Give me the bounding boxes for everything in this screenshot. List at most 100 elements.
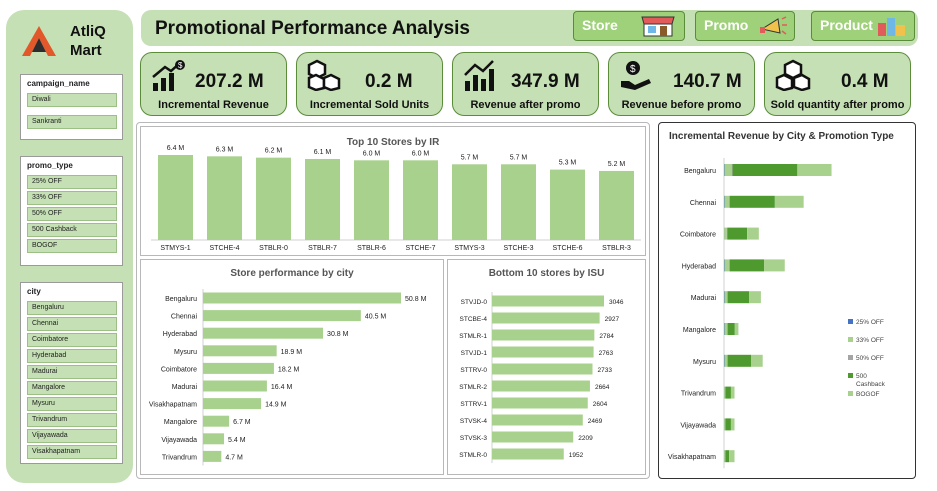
bar (203, 327, 324, 339)
slicer-item-city[interactable]: Coimbatore (27, 333, 117, 347)
slicer-title: campaign_name (27, 79, 90, 88)
slicer-item-city[interactable]: Vijayawada (27, 429, 117, 443)
products-icon (878, 18, 905, 36)
nav-store-label: Store (582, 17, 618, 33)
bar (207, 156, 242, 240)
data-label: 1952 (569, 452, 584, 459)
y-tick-label: STMLR-1 (459, 333, 487, 340)
legend-label: 500 (856, 373, 867, 380)
y-tick-label: Mysuru (174, 349, 197, 356)
bar-segment (725, 386, 731, 399)
slicer-title: city (27, 287, 41, 296)
nav-promo-button[interactable]: Promo (695, 11, 795, 41)
y-tick-label: Trivandrum (681, 391, 716, 398)
slicer-item-25-off[interactable]: 25% OFF (27, 175, 117, 189)
bar-segment (727, 291, 750, 304)
data-label: 30.8 M (327, 331, 349, 338)
slicer-item-city[interactable]: Mysuru (27, 397, 117, 411)
bar (203, 433, 225, 445)
bar-segment (725, 450, 730, 463)
bar (203, 398, 262, 410)
y-tick-label: Vijayawada (161, 437, 197, 444)
y-tick-label: Mangalore (164, 419, 197, 426)
bar-segment (725, 418, 731, 431)
data-label: 6.0 M (412, 150, 430, 157)
data-label: 2733 (597, 367, 612, 374)
bar (403, 160, 438, 240)
slicer-item-city[interactable]: Visakhapatnam (27, 445, 117, 459)
bar-segment (728, 195, 730, 208)
data-label: 50.8 M (405, 296, 427, 303)
city-promo-panel: Incremental Revenue by City & Promotion … (658, 122, 916, 479)
data-label: 5.2 M (608, 161, 626, 168)
boxes-icon (307, 59, 341, 91)
bar-segment (724, 386, 726, 399)
slicer-title: promo_type (27, 161, 73, 170)
y-tick-label: STCBE-4 (460, 316, 488, 323)
slicer-item-500-cashback[interactable]: 500 Cashback (27, 223, 117, 237)
bar-segment (724, 291, 728, 304)
growth-chart-icon: $ (152, 60, 185, 91)
slicer-item-33-off[interactable]: 33% OFF (27, 191, 117, 205)
slicer-item-bogof[interactable]: BOGOF (27, 239, 117, 253)
y-tick-label: STMLR-2 (459, 384, 487, 391)
data-label: 2209 (578, 435, 593, 442)
slicer-item-50-off[interactable]: 50% OFF (27, 207, 117, 221)
kpi-sold-quantity-after-promo: 0.4 M Sold quantity after promo (764, 52, 911, 116)
kpi-value: 0.2 M (365, 71, 413, 92)
bar-segment (797, 164, 832, 176)
slicer-campaign: campaign_name Diwali Sankranti (20, 74, 123, 140)
data-label: 14.9 M (265, 402, 287, 409)
y-tick-label: STVSK-3 (460, 435, 487, 442)
y-tick-label: Coimbatore (161, 366, 197, 373)
bar (492, 448, 564, 460)
y-tick-label: STVSK-4 (460, 418, 487, 425)
data-label: 6.2 M (265, 148, 283, 155)
money-hand-icon: $ (621, 61, 651, 90)
bar (203, 362, 274, 374)
y-tick-label: Hyderabad (682, 263, 716, 270)
top10-stores-chart: 6.4 M STMYS-1 6.3 M STCHE-4 6.2 M STBLR-0 6.1 … (151, 145, 641, 252)
legend-swatch (848, 391, 853, 396)
slicer-item-city[interactable]: Madurai (27, 365, 117, 379)
slicer-item-city[interactable]: Trivandrum (27, 413, 117, 427)
bar-segment (728, 259, 730, 272)
bar (203, 415, 230, 427)
bar (203, 345, 277, 357)
bar (452, 164, 487, 240)
bar-segment (724, 227, 727, 240)
bar-segment (724, 354, 728, 367)
bar-segment (724, 450, 726, 463)
slicer-item-city[interactable]: Mangalore (27, 381, 117, 395)
bar (203, 310, 361, 322)
slicer-item-sankranti[interactable]: Sankranti (27, 115, 117, 129)
y-tick-label: Vijayawada (680, 422, 716, 429)
nav-product-label: Product (820, 17, 873, 33)
legend-label: 33% OFF (856, 337, 884, 344)
kpi-label: Sold quantity after promo (770, 99, 905, 111)
slicer-item-city[interactable]: Bengaluru (27, 301, 117, 315)
bar (501, 164, 536, 240)
slicer-item-city[interactable]: Hyderabad (27, 349, 117, 363)
x-tick-label: STBLR-0 (259, 245, 288, 252)
bar (492, 397, 588, 409)
data-label: 5.7 M (461, 154, 479, 161)
kpi-value: 0.4 M (841, 71, 889, 92)
atliq-logo-icon (22, 26, 56, 56)
city-performance-chart: Bengaluru 50.8 M Chennai 40.5 M Hyderabad 30.… (149, 289, 427, 466)
slicer-item-city[interactable]: Chennai (27, 317, 117, 331)
bar (492, 431, 574, 443)
slicer-item-diwali[interactable]: Diwali (27, 93, 117, 107)
nav-promo-label: Promo (704, 17, 749, 33)
y-tick-label: Bengaluru (165, 296, 197, 303)
data-label: 2469 (588, 418, 603, 425)
legend-label: Cashback (856, 381, 886, 388)
nav-product-button[interactable]: Product (811, 11, 915, 41)
y-tick-label: Visakhapatnam (668, 454, 716, 461)
bar-segment (751, 354, 763, 367)
bottom10-stores-panel: Bottom 10 stores by ISU STVJD-0 3046 STCBE… (447, 259, 646, 475)
kpi-revenue-after-promo: 347.9 M Revenue after promo (452, 52, 599, 116)
y-tick-label: Chennai (171, 314, 198, 321)
nav-store-button[interactable]: Store (573, 11, 685, 41)
bar-segment (747, 227, 759, 240)
